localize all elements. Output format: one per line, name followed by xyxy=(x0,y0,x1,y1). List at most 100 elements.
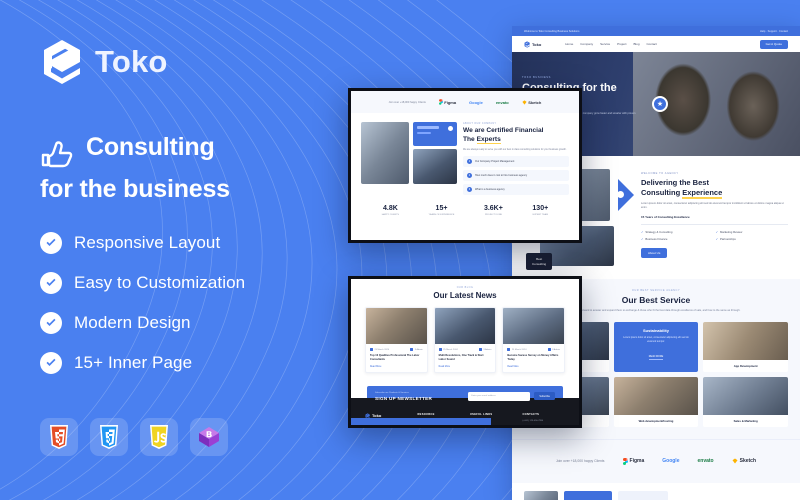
topbar-right-text: Help · Support · Contact xyxy=(760,29,788,33)
footer-preview-block-accent xyxy=(564,490,612,500)
news-card-title: Multi Resolutions, One Track & Start Lab… xyxy=(438,354,484,362)
accordion-label: How much does it cost to hire business a… xyxy=(475,173,528,177)
feature-item-inner-pages: 15+ Inner Page xyxy=(40,352,245,374)
footer-column-contacts: CONTACTS (+001) 123-456-7890 support@tok… xyxy=(523,413,566,425)
envato-logo-text: envato xyxy=(697,458,714,465)
stat-label: YEARS OF EXPERIENCE xyxy=(428,213,455,216)
accordion-list: 1 Our Company Project Management 2 How m… xyxy=(463,155,569,195)
google-logo-icon: Google xyxy=(469,100,483,105)
accordion-item[interactable]: 3 What is a business agency xyxy=(463,183,569,195)
footer-preview-block xyxy=(524,490,558,500)
feature-item-easy-customization: Easy to Customization xyxy=(40,272,245,294)
news-card-date: 25 March 2024 xyxy=(370,348,390,351)
nav-item-home[interactable]: Home xyxy=(565,42,573,46)
brand-name: Toko xyxy=(95,44,168,79)
service-card[interactable]: Web development/hosting xyxy=(613,376,699,427)
highlight-card-link[interactable]: READ MORE xyxy=(648,355,664,360)
css3-badge-icon xyxy=(90,418,128,456)
newsletter-email-input[interactable]: Enter your email address xyxy=(468,391,531,401)
feature-label: Easy to Customization xyxy=(74,273,246,292)
service-card-image xyxy=(703,376,788,415)
about-text-group: WELCOME TO AGENCY Delivering the Best Co… xyxy=(641,169,788,266)
newsletter-text: Subscribe our Products & Services SIGN U… xyxy=(375,392,432,401)
panel-about-text: ABOUT OUR COMPANY We are Certified Finan… xyxy=(463,122,569,195)
news-card-read-more[interactable]: Read More xyxy=(503,363,564,372)
about-photo-secondary xyxy=(413,149,457,184)
sketch-logo-icon: Sketch xyxy=(732,458,756,464)
check-circle-icon xyxy=(40,352,62,374)
news-card-comments: 3 Admin xyxy=(548,348,560,351)
toko-hexagon-logo-icon xyxy=(524,40,530,48)
pointing-hand-icon xyxy=(41,141,73,168)
mockup-topbar: Welcome to Toko Consulting Business Solu… xyxy=(512,26,800,36)
service-card[interactable]: App Development xyxy=(703,321,788,372)
about-title: Delivering the Best Consulting Experienc… xyxy=(641,178,788,199)
envato-logo-icon: envato xyxy=(697,458,713,464)
panel-about-title: We are Certified Financial The Experts xyxy=(463,127,569,145)
news-card-comments: 3 Admin xyxy=(479,348,491,351)
panel-client-logo-strip: Join over +18,000 happy Clients Figma Go… xyxy=(351,91,579,113)
mockup-navbar[interactable]: Toko Home Company Service Project Blog C… xyxy=(512,36,800,52)
service-card-label: Sales & Marketing xyxy=(733,418,758,423)
news-card[interactable]: 25 March 2024 3 Admin Top 10 Qualities P… xyxy=(365,307,428,373)
about-paragraph: Lorem ipsum dolor sit amet, consectetur … xyxy=(641,201,784,210)
nav-item-contact[interactable]: Contact xyxy=(647,42,657,46)
about-title-highlight: Experience xyxy=(682,187,723,199)
stat-value: 130+ xyxy=(532,204,549,212)
check-circle-icon xyxy=(40,272,62,294)
stat-item: 4.8K HAPPY CLIENTS xyxy=(382,205,399,216)
nav-item-service[interactable]: Service xyxy=(600,42,610,46)
footer-contact-phone[interactable]: (+001) 123-456-7890 xyxy=(523,419,566,423)
star-icon: ★ xyxy=(652,96,668,112)
service-card-highlighted[interactable]: Sustainability Lorem ipsum dolor sit ame… xyxy=(613,321,699,372)
news-card-comments: 3 Admin xyxy=(410,348,423,351)
news-card-meta: 25 March 2024 3 Admin xyxy=(503,344,564,351)
accordion-number: 3 xyxy=(467,186,472,192)
panel-title-line-1: We are Certified Financial xyxy=(463,127,544,134)
stat-item: 15+ YEARS OF EXPERIENCE xyxy=(429,205,455,216)
headline: Consulting for the business xyxy=(40,132,330,205)
nav-item-company[interactable]: Company xyxy=(580,42,593,46)
stat-label: HAPPY CLIENTS xyxy=(381,213,400,216)
promo-banner: Toko Consulting for the business Respons… xyxy=(0,0,800,500)
accordion-item[interactable]: 2 How much does it cost to hire business… xyxy=(463,169,569,181)
toko-hexagon-logo-icon xyxy=(44,40,80,84)
sketch-logo-text: Sketch xyxy=(528,99,542,105)
topbar-left-text: Welcome to Toko Consulting Business Solu… xyxy=(524,29,580,33)
service-card[interactable]: Sales & Marketing xyxy=(703,376,788,427)
footer-column-title: RESOURCE xyxy=(417,412,435,416)
news-card-read-more[interactable]: Read More xyxy=(366,363,427,372)
stat-item: 130+ EXPERT TEAM xyxy=(532,205,548,216)
hero-kicker: TOKO BUSINESS xyxy=(522,76,551,79)
accordion-number: 1 xyxy=(467,158,472,164)
panel-about-paragraph: We are always ready to serve you with ou… xyxy=(463,148,567,151)
about-cta-button[interactable]: About Us xyxy=(641,247,668,258)
about-check-item: Business Finance xyxy=(641,237,706,241)
news-card-read-more[interactable]: Read More xyxy=(435,363,496,372)
panel-about-images xyxy=(361,122,457,195)
javascript-badge-icon xyxy=(140,418,178,456)
service-card-image xyxy=(703,321,788,360)
stat-item: 3.6K+ PROJECT DONE xyxy=(484,205,503,216)
highlight-card-title: Sustainability xyxy=(642,327,669,333)
statistics-row: 4.8K HAPPY CLIENTS 15+ YEARS OF EXPERIEN… xyxy=(351,195,579,216)
news-card-title: Become Sucess Survey on Money Affairs To… xyxy=(507,354,559,362)
news-card-grid: 25 March 2024 3 Admin Top 10 Qualities P… xyxy=(351,300,579,373)
mockup-nav-cta-button[interactable]: Get A Quote xyxy=(759,39,788,49)
news-card[interactable]: 25 March 2024 3 Admin Multi Resolutions,… xyxy=(433,307,497,373)
news-card[interactable]: 25 March 2024 3 Admin Become Sucess Surv… xyxy=(502,307,565,373)
about-check-item: Marketing Review xyxy=(716,230,781,234)
sketch-logo-icon: Sketch xyxy=(522,99,542,105)
nav-item-blog[interactable]: Blog xyxy=(633,42,639,46)
news-header: OUR BLOG Our Latest News xyxy=(351,279,579,300)
mockup-nav-menu[interactable]: Home Company Service Project Blog Contac… xyxy=(565,42,657,46)
panel-about-body: ABOUT OUR COMPANY We are Certified Finan… xyxy=(351,113,579,195)
feature-list: Responsive Layout Easy to Customization … xyxy=(40,232,245,374)
about-title-line-1: Delivering the Best xyxy=(641,178,709,187)
about-tag-line-2: Consulting xyxy=(532,261,547,266)
newsletter-subscribe-button[interactable]: Subscribe xyxy=(534,392,555,401)
nav-item-project[interactable]: Project xyxy=(617,42,626,46)
envato-logo-icon: envato xyxy=(496,100,509,105)
mockup-nav-logo[interactable]: Toko xyxy=(524,40,541,48)
accordion-item[interactable]: 1 Our Company Project Management xyxy=(463,155,569,167)
